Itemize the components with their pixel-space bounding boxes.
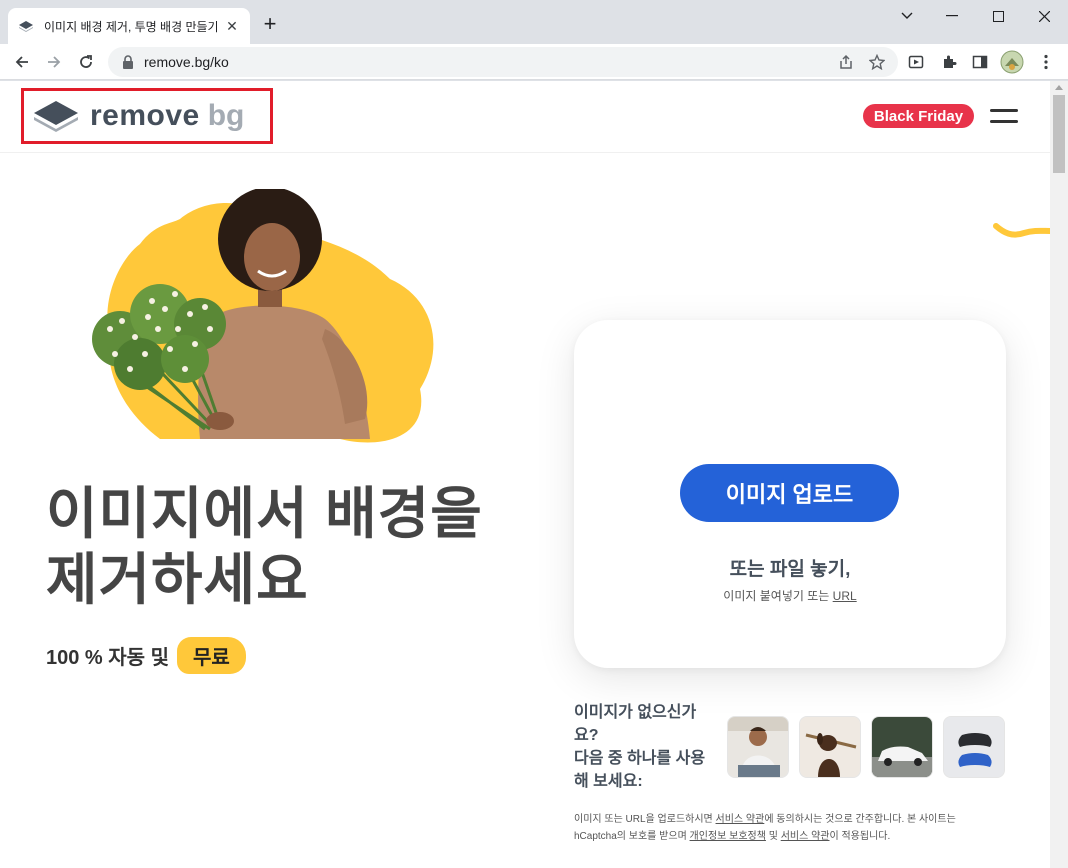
privacy-link[interactable]: 개인정보 보호정책 bbox=[690, 831, 766, 842]
browser-tab[interactable]: 이미지 배경 제거, 투명 배경 만들기 ✕ bbox=[8, 8, 250, 44]
sample-prompt-line-1: 이미지가 없으신가 bbox=[574, 704, 697, 721]
extensions-icon[interactable] bbox=[937, 50, 961, 74]
upload-image-button[interactable]: 이미지 업로드 bbox=[680, 464, 899, 522]
minimize-icon[interactable] bbox=[929, 0, 975, 32]
bookmark-star-icon[interactable] bbox=[865, 50, 889, 74]
tab-strip: 이미지 배경 제거, 투명 배경 만들기 ✕ + bbox=[0, 0, 1068, 44]
subline-text: 100 % 자동 및 bbox=[46, 646, 170, 669]
sample-thumb-car[interactable] bbox=[871, 716, 933, 778]
removebg-logo-icon bbox=[34, 101, 78, 132]
sample-prompt-line-2: 요? bbox=[574, 727, 599, 744]
menu-kebab-icon[interactable] bbox=[1034, 50, 1058, 74]
paste-hint-text: 이미지 붙여넣기 또는 bbox=[723, 589, 830, 603]
upload-card[interactable]: 이미지 업로드 또는 파일 놓기, 이미지 붙여넣기 또는 URL bbox=[574, 320, 1006, 668]
logo-text-remove: remove bbox=[90, 99, 200, 132]
share-icon[interactable] bbox=[834, 50, 858, 74]
black-friday-badge[interactable]: Black Friday bbox=[863, 104, 974, 128]
removebg-favicon-icon bbox=[19, 21, 33, 32]
browser-toolbar: remove.bg/ko bbox=[0, 44, 1068, 80]
media-icon[interactable] bbox=[904, 50, 928, 74]
side-panel-icon[interactable] bbox=[968, 50, 992, 74]
sample-prompt: 이미지가 없으신가 요? 다음 중 하나를 사용 해 보세요: bbox=[574, 701, 724, 793]
paste-hint: 이미지 붙여넣기 또는 URL bbox=[574, 587, 1006, 604]
scroll-up-arrow-icon[interactable] bbox=[1055, 85, 1063, 90]
decorative-squiggle bbox=[993, 223, 1050, 238]
legal-notice: 이미지 또는 URL을 업로드하시면 서비스 약관에 동의하시는 것으로 간주합… bbox=[574, 811, 994, 845]
close-window-icon[interactable] bbox=[1021, 0, 1067, 32]
page-scrollbar[interactable] bbox=[1050, 81, 1068, 868]
legal-text-3: hCaptcha의 보호를 받으며 bbox=[574, 831, 690, 842]
legal-text-2: 에 동의하시는 것으로 간주합니다. 본 사이트는 bbox=[764, 814, 956, 825]
tab-search-icon[interactable] bbox=[884, 0, 930, 32]
sample-thumb-man[interactable] bbox=[727, 716, 789, 778]
profile-avatar[interactable] bbox=[1000, 50, 1024, 74]
url-link[interactable]: URL bbox=[833, 589, 857, 603]
legal-text-1: 이미지 또는 URL을 업로드하시면 bbox=[574, 814, 716, 825]
hero-subline: 100 % 자동 및 무료 bbox=[46, 636, 246, 674]
sample-thumb-dog[interactable] bbox=[799, 716, 861, 778]
terms-link-2[interactable]: 서비스 약관 bbox=[781, 831, 830, 842]
url-text: remove.bg/ko bbox=[144, 54, 229, 70]
hero-image bbox=[92, 189, 434, 443]
web-page: remove bg Black Friday 이미지에서 배경을 제거하세요 1… bbox=[0, 81, 1050, 868]
tab-close-icon[interactable]: ✕ bbox=[224, 18, 240, 34]
sample-prompt-line-3: 다음 중 하나를 사용 bbox=[574, 750, 706, 767]
sample-prompt-line-4: 해 보세요: bbox=[574, 773, 643, 790]
free-highlight: 무료 bbox=[177, 636, 246, 674]
forward-icon[interactable] bbox=[40, 48, 68, 76]
back-icon[interactable] bbox=[8, 48, 36, 76]
site-logo[interactable]: remove bg bbox=[21, 88, 273, 144]
headline-line-1: 이미지에서 배경을 bbox=[46, 482, 483, 545]
logo-text-bg: bg bbox=[207, 99, 245, 132]
sample-thumb-controllers[interactable] bbox=[943, 716, 1005, 778]
headline-line-2: 제거하세요 bbox=[46, 548, 309, 611]
new-tab-icon[interactable]: + bbox=[258, 12, 282, 36]
reload-icon[interactable] bbox=[72, 48, 100, 76]
maximize-icon[interactable] bbox=[975, 0, 1021, 32]
address-bar[interactable]: remove.bg/ko bbox=[108, 47, 898, 77]
legal-text-4: 및 bbox=[765, 831, 781, 842]
drop-file-text: 또는 파일 놓기, bbox=[729, 559, 851, 580]
site-header: remove bg Black Friday bbox=[0, 81, 1050, 153]
legal-text-5: 이 적용됩니다. bbox=[829, 831, 891, 842]
hamburger-menu-icon[interactable] bbox=[990, 106, 1018, 126]
lock-icon bbox=[123, 55, 133, 69]
terms-link[interactable]: 서비스 약관 bbox=[716, 814, 765, 825]
scroll-thumb[interactable] bbox=[1053, 95, 1065, 173]
tab-title: 이미지 배경 제거, 투명 배경 만들기 bbox=[44, 19, 219, 34]
page-title: 이미지에서 배경을 제거하세요 bbox=[46, 481, 566, 613]
